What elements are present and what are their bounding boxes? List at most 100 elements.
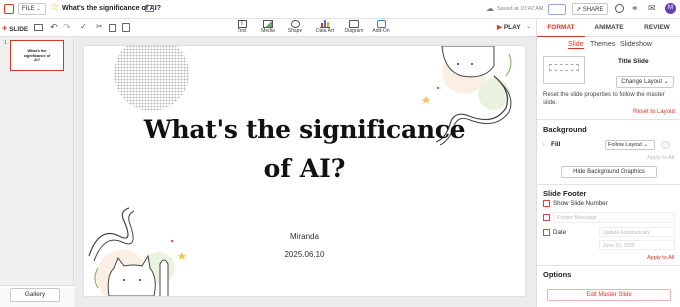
chart-bar [327, 22, 329, 27]
chevron-down-icon: ⌄ [663, 79, 669, 85]
subtab-slideshow[interactable]: Slideshow [620, 41, 652, 48]
background-section-title: Background [543, 125, 587, 134]
date-value-select[interactable]: June 10, 2025 [599, 240, 675, 250]
slide-thumbnail-panel: 1 What's the significance of AI? ⋮ Galle… [0, 37, 80, 307]
cloud-saved-icon: ☁ [486, 4, 494, 13]
send-feedback-icon[interactable]: ✉ [648, 3, 656, 14]
layout-name: Title Slide [618, 58, 649, 65]
insert-add-on-label: Add-On [372, 28, 390, 34]
slide-canvas[interactable]: What's the significance of AI? Miranda 2… [84, 46, 525, 296]
slide-title-line-1[interactable]: What's the significance [84, 115, 525, 144]
insert-media-label: Media [261, 28, 275, 34]
fill-label: Fill [551, 141, 561, 148]
dotted-texture-decoration [114, 46, 189, 111]
paste-icon[interactable] [122, 23, 130, 32]
slide-editor-area: What's the significance of AI? Miranda 2… [75, 37, 536, 307]
cat-paw [159, 259, 169, 296]
apply-to-all-link-2[interactable]: Apply to All [647, 255, 674, 261]
broadcast-icon[interactable]: ⚭ [631, 3, 639, 14]
reset-to-layout-link[interactable]: Reset to Layout [633, 109, 675, 115]
paint-format-icon[interactable]: ✓ [80, 22, 87, 31]
image-icon [263, 20, 273, 28]
play-button[interactable]: ▶ PLAY [497, 23, 521, 31]
footer-message-checkbox[interactable] [543, 214, 550, 221]
collaboration-menu-button[interactable] [548, 4, 566, 15]
subtab-slide[interactable]: Slide [568, 41, 584, 49]
shape-icon [290, 20, 300, 28]
insert-add-on-button[interactable]: Add-On [366, 19, 396, 37]
top-bar: FILE ⌄ ☆ What's the significance of AI? … [0, 0, 680, 19]
hide-background-graphics-button[interactable]: Hide Background Graphics [561, 166, 657, 178]
slide-footer-section-title: Slide Footer [543, 189, 587, 198]
cat-eye [471, 63, 473, 65]
star-icon[interactable]: ☆ [50, 2, 59, 13]
slide-thumbnail[interactable]: What's the significance of AI? [10, 40, 64, 71]
show-slide-number-label: Show Slide Number [553, 200, 608, 207]
insert-data-art-button[interactable]: Data Art [310, 19, 340, 37]
footer-message-input[interactable]: Footer Message [553, 212, 675, 223]
file-menu-label: FILE [22, 6, 35, 12]
gallery-button[interactable]: Gallery [10, 288, 60, 302]
slide-title-line-2[interactable]: of AI? [84, 154, 525, 183]
change-layout-label: Change Layout [621, 79, 662, 85]
play-icon: ▶ [497, 24, 502, 31]
new-slide-button[interactable]: + SLIDE [2, 23, 28, 33]
fill-select[interactable]: Follow Layout ⌄ [605, 140, 655, 150]
text-box-icon: T [237, 20, 247, 28]
insert-diagram-button[interactable]: Diagram [339, 19, 369, 37]
format-panel: FORMAT ANIMATE REVIEW Slide Themes Slide… [536, 19, 680, 307]
edit-master-slide-button[interactable]: Edit Master Slide [547, 289, 671, 301]
cat-eye [457, 63, 459, 65]
toolbar: + SLIDE ↶ ↷ ✓ ✂ T Text Media Shape Data … [0, 19, 536, 37]
reset-description: Reset the slide properties to follow the… [543, 92, 665, 106]
edit-master-slide-label: Edit Master Slide [586, 292, 632, 298]
slide-layout-icon[interactable] [34, 24, 43, 31]
slide-date[interactable]: 2025.06.10 [84, 250, 525, 259]
hide-background-graphics-label: Hide Background Graphics [573, 169, 645, 175]
share-button[interactable]: ↗ SHARE [572, 3, 608, 15]
app-logo-icon[interactable] [4, 4, 14, 14]
fill-expand-chevron-icon[interactable]: › [543, 142, 545, 148]
thumbnail-title: What's the significance of AI? [23, 49, 51, 62]
file-menu-button[interactable]: FILE ⌄ [18, 3, 46, 15]
change-layout-button[interactable]: Change Layout ⌄ [616, 76, 674, 88]
apply-to-all-link-1: Apply to All [647, 155, 675, 161]
cut-icon[interactable]: ✂ [96, 22, 103, 31]
gallery-label: Gallery [24, 291, 46, 298]
folder-icon[interactable] [145, 5, 154, 12]
insert-media-button[interactable]: Media [253, 19, 283, 37]
divider [537, 119, 680, 120]
insert-diagram-label: Diagram [344, 28, 364, 34]
date-format-select[interactable]: Update Automatically [599, 227, 675, 237]
show-slide-number-checkbox[interactable] [543, 200, 550, 207]
divider [537, 184, 680, 185]
redo-icon[interactable]: ↷ [63, 22, 71, 33]
chart-bar [324, 20, 326, 27]
layout-preview[interactable] [543, 56, 585, 84]
fill-color-swatch[interactable] [661, 141, 670, 149]
user-avatar[interactable]: M [665, 3, 676, 14]
leaf-sprig [505, 53, 512, 77]
new-slide-label: SLIDE [9, 26, 29, 33]
undo-icon[interactable]: ↶ [50, 22, 58, 33]
tab-animate[interactable]: ANIMATE [585, 19, 633, 37]
layout-preview-box [549, 64, 579, 71]
tab-format-label: FORMAT [547, 24, 575, 31]
insert-shape-button[interactable]: Shape [280, 19, 310, 37]
date-format-value: Update Automatically [603, 230, 650, 236]
date-value: June 10, 2025 [603, 243, 635, 249]
date-checkbox[interactable] [543, 229, 550, 236]
pastel-circle [478, 78, 510, 110]
info-icon[interactable] [615, 4, 624, 13]
play-options-chevron-icon[interactable]: ⌄ [526, 23, 531, 30]
slide-author[interactable]: Miranda [84, 232, 525, 241]
play-label: PLAY [503, 24, 521, 31]
tab-review[interactable]: REVIEW [633, 19, 680, 37]
chart-icon [320, 20, 330, 28]
date-label: Date [553, 229, 567, 236]
tab-review-label: REVIEW [644, 24, 670, 31]
copy-icon[interactable] [109, 24, 116, 32]
options-section-title: Options [543, 270, 572, 279]
tab-format[interactable]: FORMAT [537, 19, 585, 37]
subtab-themes[interactable]: Themes [590, 41, 615, 48]
